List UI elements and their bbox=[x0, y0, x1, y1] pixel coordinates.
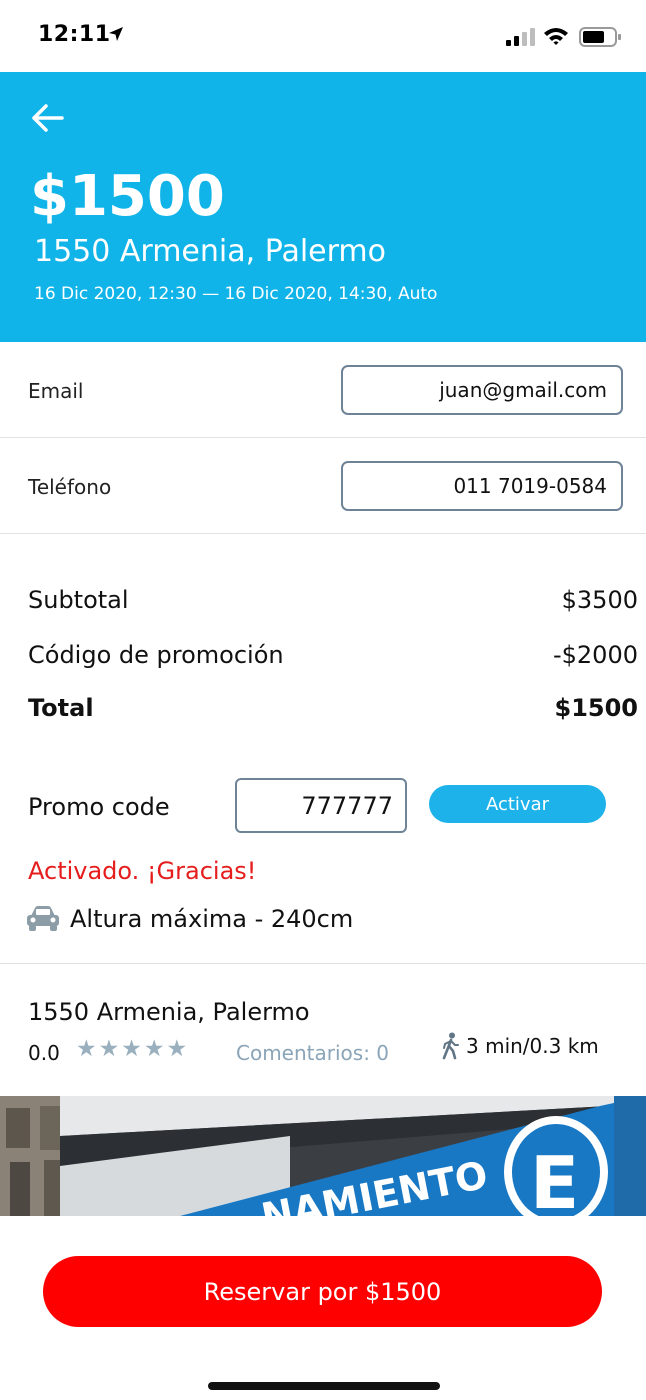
back-arrow-icon[interactable] bbox=[30, 102, 66, 134]
email-label: Email bbox=[28, 379, 84, 403]
promo-code-input[interactable] bbox=[235, 778, 407, 833]
rating-stars: ★★★★★ bbox=[76, 1036, 190, 1062]
reserve-button[interactable]: Reservar por $1500 bbox=[43, 1256, 602, 1327]
promo-discount-label: Código de promoción bbox=[28, 641, 284, 669]
max-height-text: Altura máxima - 240cm bbox=[70, 905, 354, 933]
rating-value: 0.0 bbox=[28, 1041, 60, 1065]
status-time: 12:11 bbox=[38, 22, 111, 47]
header-price: $1500 bbox=[30, 164, 225, 229]
sign-letter: E bbox=[530, 1141, 579, 1216]
home-indicator[interactable] bbox=[208, 1382, 440, 1390]
status-bar: 12:11 bbox=[0, 0, 646, 72]
parking-photo: NAMIENTO E bbox=[0, 1096, 646, 1216]
walking-person-icon bbox=[441, 1032, 461, 1064]
email-field[interactable] bbox=[341, 365, 623, 415]
phone-field[interactable] bbox=[341, 461, 623, 511]
battery-icon bbox=[579, 26, 623, 52]
phone-label: Teléfono bbox=[28, 475, 112, 499]
promo-status-message: Activado. ¡Gracias! bbox=[28, 857, 257, 885]
header-address: 1550 Armenia, Palermo bbox=[34, 234, 387, 269]
total-label: Total bbox=[28, 694, 94, 722]
cellular-signal-icon bbox=[506, 28, 536, 50]
subtotal-value: $3500 bbox=[561, 586, 638, 614]
header-dates: 16 Dic 2020, 12:30 — 16 Dic 2020, 14:30,… bbox=[34, 284, 438, 304]
phone-row: Teléfono bbox=[0, 438, 646, 534]
booking-header: $1500 1550 Armenia, Palermo 16 Dic 2020,… bbox=[0, 72, 646, 342]
parking-address: 1550 Armenia, Palermo bbox=[28, 998, 310, 1026]
car-icon bbox=[26, 904, 60, 936]
activate-button[interactable]: Activar bbox=[429, 785, 606, 823]
location-arrow-icon bbox=[108, 26, 124, 46]
comments-link[interactable]: Comentarios: 0 bbox=[236, 1041, 389, 1065]
promo-discount-value: -$2000 bbox=[552, 641, 638, 669]
subtotal-label: Subtotal bbox=[28, 586, 129, 614]
promo-code-label: Promo code bbox=[28, 793, 170, 821]
section-divider bbox=[0, 963, 646, 964]
walk-distance: 3 min/0.3 km bbox=[466, 1034, 599, 1058]
total-value: $1500 bbox=[554, 694, 639, 722]
wifi-icon bbox=[543, 26, 569, 50]
email-row: Email bbox=[0, 342, 646, 438]
